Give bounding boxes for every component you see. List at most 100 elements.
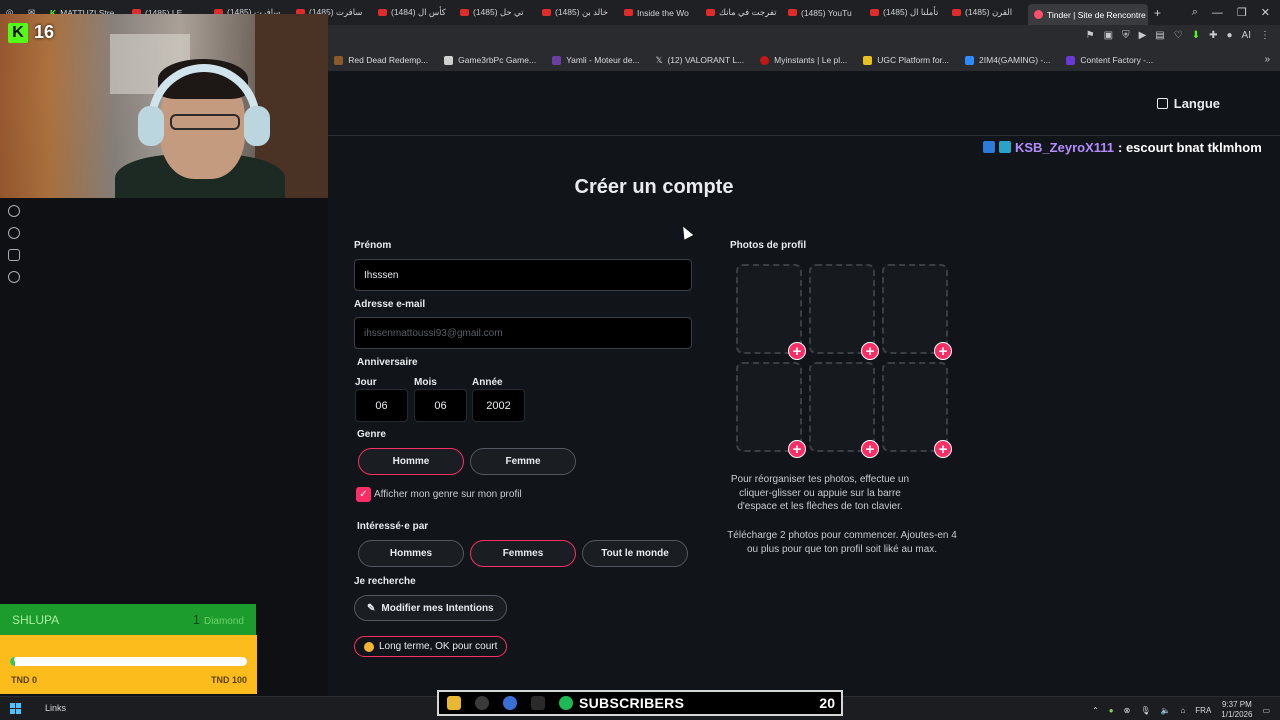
- bookmark-icon[interactable]: ⚑: [1086, 30, 1095, 41]
- settings-gear-icon[interactable]: [8, 271, 20, 283]
- tray-app-icon[interactable]: ⊗: [1124, 706, 1131, 715]
- file-explorer-icon[interactable]: [447, 696, 461, 710]
- heart-icon[interactable]: ♡: [1174, 30, 1183, 41]
- bookmarks-overflow-icon[interactable]: »: [1264, 54, 1270, 65]
- photo-slot[interactable]: +: [882, 362, 952, 458]
- bookmark-favicon: [1066, 55, 1076, 65]
- intention-tag[interactable]: Long terme, OK pour court: [354, 636, 508, 657]
- browser-tab[interactable]: (1485) YouTu: [782, 0, 864, 25]
- browser-tab[interactable]: تفرجت في مانك: [700, 0, 782, 25]
- system-tray: ⌃ ● ⊗ 🎙 🔈 ⌂ FRA 9:37 PM 1/1/2026 ▭: [1092, 700, 1270, 720]
- restore-icon[interactable]: ❐: [1237, 6, 1247, 19]
- screenshot-icon[interactable]: ▣: [1104, 30, 1113, 41]
- youtube-icon: [542, 9, 551, 16]
- photo-slot[interactable]: +: [809, 264, 879, 360]
- bookmark-item[interactable]: Game3rbPc Game...: [444, 55, 536, 65]
- network-icon[interactable]: ⌂: [1180, 706, 1185, 715]
- tray-app-icon[interactable]: ●: [1109, 706, 1114, 715]
- new-tab-button[interactable]: +: [1154, 6, 1161, 20]
- browser-tab-active[interactable]: Tinder | Site de Rencontre: [1028, 4, 1148, 25]
- show-gender-checkbox[interactable]: ✓: [356, 487, 371, 502]
- photo-reorder-hint: Pour réorganiser tes photos, effectue un…: [730, 474, 910, 512]
- play-circle-icon[interactable]: [8, 205, 20, 217]
- day-label: Jour: [355, 377, 377, 388]
- subscribers-label: SUBSCRIBERS: [579, 695, 685, 711]
- photo-slot[interactable]: +: [809, 362, 879, 458]
- browser-tab[interactable]: (1485) القرن: [946, 0, 1028, 25]
- day-input[interactable]: 06: [355, 389, 408, 422]
- search-tabs-icon[interactable]: ⌕: [1192, 6, 1198, 19]
- links-toolbar[interactable]: Links: [45, 703, 66, 713]
- volume-icon[interactable]: 🔈: [1160, 706, 1170, 715]
- youtube-icon: [706, 9, 715, 16]
- add-photo-icon[interactable]: +: [861, 342, 879, 360]
- puzzle-icon[interactable]: ✚: [1209, 30, 1217, 41]
- bookmark-item[interactable]: Yamli - Moteur de...: [552, 55, 640, 65]
- photo-slot[interactable]: +: [736, 264, 806, 360]
- interested-option-femmes[interactable]: Femmes: [470, 540, 576, 567]
- language-indicator[interactable]: FRA: [1195, 706, 1211, 715]
- verified-badge-icon: [983, 141, 995, 153]
- history-icon[interactable]: [8, 227, 20, 239]
- edit-intentions-button[interactable]: ✎ Modifier mes Intentions: [354, 595, 507, 621]
- bookmark-item[interactable]: Myinstants | Le pl...: [760, 55, 847, 65]
- bookmark-item[interactable]: 2IM4(GAMING) -...: [965, 55, 1050, 65]
- subscribers-count: 20: [819, 695, 835, 711]
- page-title: Créer un compte: [574, 176, 734, 198]
- gender-option-femme[interactable]: Femme: [470, 448, 576, 475]
- browser-tab[interactable]: Inside the Wo: [618, 0, 700, 25]
- year-input[interactable]: 2002: [472, 389, 525, 422]
- ai-icon[interactable]: AI: [1242, 30, 1251, 41]
- spotify-icon[interactable]: [559, 696, 573, 710]
- drive-icon: [965, 55, 975, 65]
- language-label: Langue: [1173, 96, 1220, 111]
- shield-icon[interactable]: ⛨: [1122, 30, 1130, 41]
- chrome-icon[interactable]: [503, 696, 517, 710]
- epic-games-icon[interactable]: [531, 696, 545, 710]
- interested-option-everyone[interactable]: Tout le monde: [582, 540, 688, 567]
- youtube-icon: [460, 9, 469, 16]
- play-icon[interactable]: ▶: [1139, 30, 1147, 41]
- month-input[interactable]: 06: [414, 389, 467, 422]
- bookmark-item[interactable]: UGC Platform for...: [863, 55, 949, 65]
- bookmark-item[interactable]: Red Dead Redemp...: [334, 55, 428, 65]
- language-icon: [1156, 98, 1168, 109]
- taskbar-clock[interactable]: 9:37 PM 1/1/2026: [1221, 700, 1252, 720]
- download-icon[interactable]: ⬇: [1192, 30, 1200, 41]
- browser-tab[interactable]: (1484) كأس ال: [372, 0, 454, 25]
- add-photo-icon[interactable]: +: [934, 440, 952, 458]
- windows-start-icon[interactable]: [10, 703, 21, 714]
- extension-icons: ⚑ ▣ ⛨ ▶ ▤ ♡ ⬇ ✚ ● AI ⋮: [1086, 30, 1270, 41]
- close-icon[interactable]: ✕: [1261, 6, 1270, 19]
- donation-goal-widget: SHLUPA 1 Diamond 6 TND 0 TND 100: [0, 604, 257, 694]
- year-label: Année: [472, 377, 503, 388]
- viewer-count: 16: [34, 22, 55, 42]
- bookmark-item[interactable]: 𝕏 (12) VALORANT L...: [656, 55, 745, 66]
- email-input[interactable]: ihssenmattoussi93@gmail.com: [354, 317, 692, 349]
- add-photo-icon[interactable]: +: [788, 440, 806, 458]
- gender-option-homme[interactable]: Homme: [358, 448, 464, 475]
- obs-icon[interactable]: [475, 696, 489, 710]
- donation-progress-bar: [10, 657, 247, 666]
- tray-overflow-icon[interactable]: ⌃: [1092, 706, 1099, 715]
- language-button[interactable]: Langue: [1156, 96, 1220, 111]
- add-photo-icon[interactable]: +: [788, 342, 806, 360]
- add-photo-icon[interactable]: +: [934, 342, 952, 360]
- first-name-input[interactable]: Ihsssen: [354, 259, 692, 291]
- interested-option-hommes[interactable]: Hommes: [358, 540, 464, 567]
- minimize-icon[interactable]: —: [1212, 7, 1223, 19]
- bookmark-item[interactable]: Content Factory -...: [1066, 55, 1153, 65]
- add-photo-icon[interactable]: +: [861, 440, 879, 458]
- menu-icon[interactable]: ⋮: [1260, 30, 1270, 41]
- microphone-icon[interactable]: 🎙: [1140, 706, 1150, 715]
- browser-tab[interactable]: (1485) تي حل: [454, 0, 536, 25]
- photo-slot[interactable]: +: [736, 362, 806, 458]
- photo-slot[interactable]: +: [882, 264, 952, 360]
- sidebar-icon[interactable]: ▤: [1155, 30, 1164, 41]
- extensions-icon[interactable]: [8, 249, 20, 261]
- notification-icon[interactable]: ▭: [1262, 706, 1270, 715]
- x-logo-icon: 𝕏: [655, 54, 663, 65]
- profile-icon[interactable]: ●: [1227, 30, 1233, 41]
- browser-tab[interactable]: (1485) خالد بن: [536, 0, 618, 25]
- browser-tab[interactable]: (1485) تأملنا ال: [864, 0, 946, 25]
